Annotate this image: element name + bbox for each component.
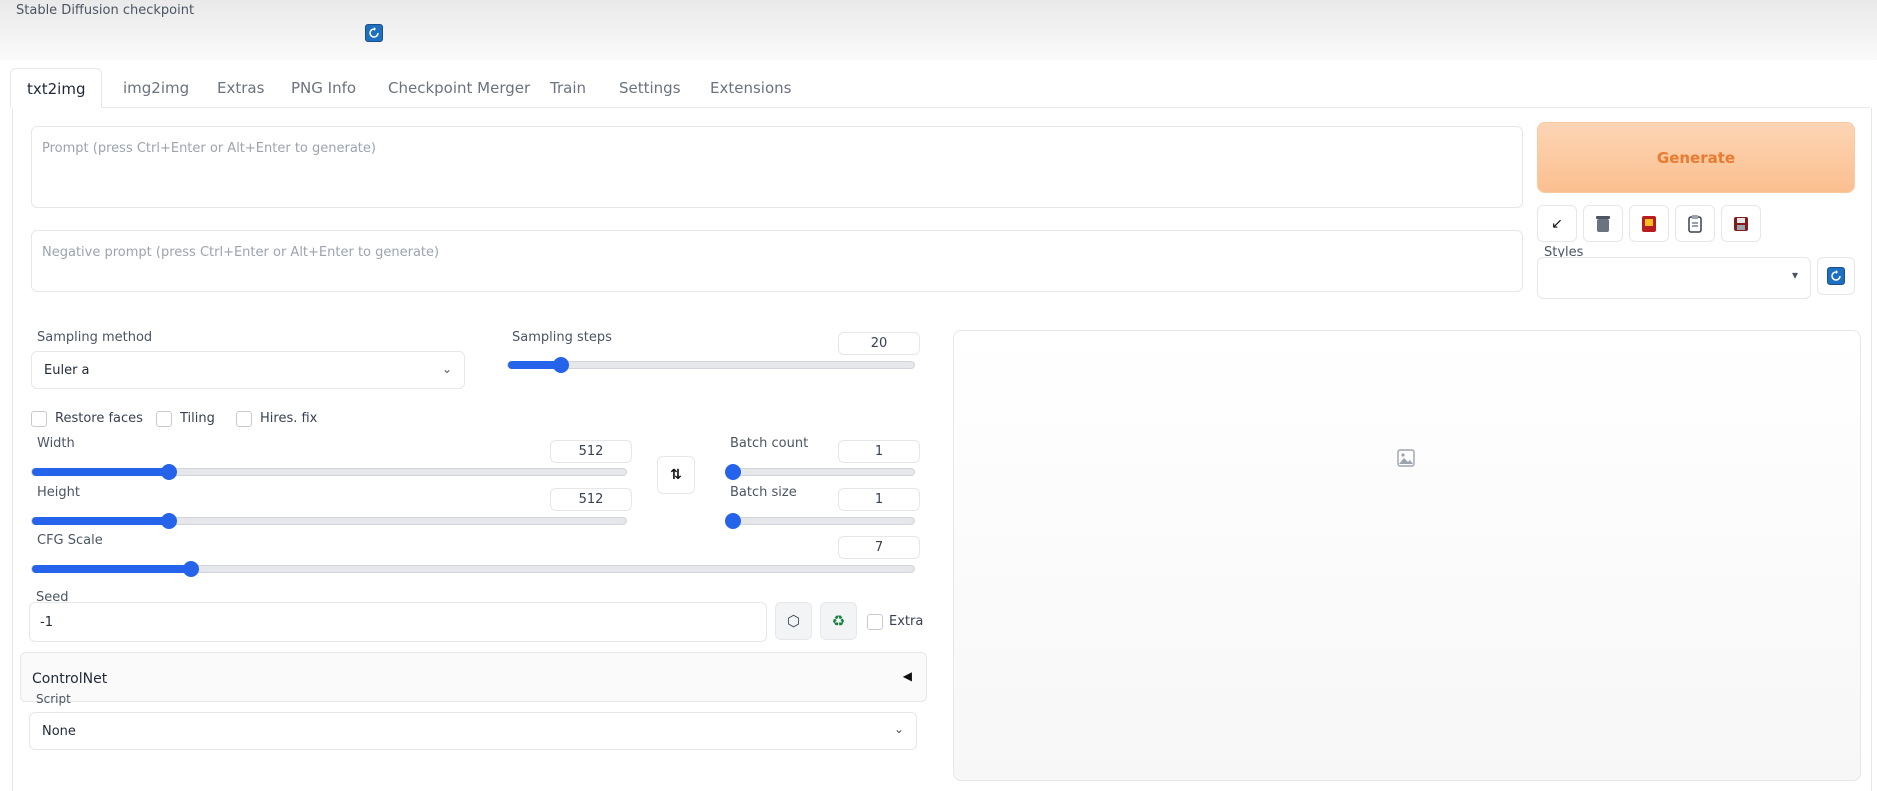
cfg-scale-slider[interactable] bbox=[31, 561, 915, 577]
refresh-checkpoint-button[interactable] bbox=[365, 24, 383, 42]
slider-thumb[interactable] bbox=[725, 464, 741, 480]
cfg-scale-input[interactable]: 7 bbox=[838, 536, 920, 559]
reuse-seed-button[interactable]: ♻ bbox=[820, 602, 857, 640]
trash-icon bbox=[1596, 215, 1610, 232]
slider-fill bbox=[32, 565, 191, 573]
recycle-icon: ♻ bbox=[831, 612, 846, 630]
restore-faces-checkbox[interactable] bbox=[31, 411, 47, 427]
height-slider[interactable] bbox=[31, 513, 627, 529]
sampling-steps-slider[interactable] bbox=[507, 357, 915, 373]
seed-value: -1 bbox=[40, 615, 53, 630]
apply-styles-button[interactable] bbox=[1675, 205, 1715, 242]
slider-thumb[interactable] bbox=[160, 464, 177, 480]
height-input[interactable]: 512 bbox=[550, 488, 632, 511]
tiling-checkbox[interactable] bbox=[156, 411, 172, 427]
extra-seed-label: Extra bbox=[889, 614, 924, 629]
restore-faces-label: Restore faces bbox=[55, 411, 143, 426]
script-select[interactable]: None ⌄ bbox=[29, 712, 917, 750]
image-placeholder-icon bbox=[1397, 449, 1415, 467]
tab-png-info[interactable]: PNG Info bbox=[275, 68, 372, 108]
tab-train[interactable]: Train bbox=[534, 68, 602, 108]
read-params-button[interactable]: ↙ bbox=[1537, 205, 1577, 242]
tab-extensions[interactable]: Extensions bbox=[694, 68, 807, 108]
script-value: None bbox=[42, 724, 76, 739]
clear-prompt-button[interactable] bbox=[1583, 205, 1623, 242]
dice-icon: ⬡ bbox=[786, 612, 801, 630]
checkpoint-label: Stable Diffusion checkpoint bbox=[16, 3, 195, 18]
hires-fix-label: Hires. fix bbox=[260, 411, 318, 426]
tab-checkpoint-merger[interactable]: Checkpoint Merger bbox=[372, 68, 546, 108]
height-label: Height bbox=[37, 485, 80, 500]
tab-extras[interactable]: Extras bbox=[201, 68, 280, 108]
sampling-steps-label: Sampling steps bbox=[512, 330, 612, 345]
card-icon bbox=[1642, 215, 1656, 232]
tab-txt2img[interactable]: txt2img bbox=[10, 68, 103, 108]
save-icon bbox=[1734, 216, 1748, 231]
sampling-method-label: Sampling method bbox=[37, 330, 153, 345]
slider-fill bbox=[32, 468, 169, 476]
swap-icon: ⇅ bbox=[670, 467, 682, 483]
refresh-icon bbox=[369, 27, 379, 38]
app-window: Stable Diffusion checkpoint txt2img img2… bbox=[0, 0, 1877, 791]
batch-size-slider[interactable] bbox=[725, 513, 915, 529]
chevron-down-icon: ⌄ bbox=[893, 722, 904, 736]
refresh-styles-button[interactable] bbox=[1817, 257, 1855, 295]
save-style-button[interactable] bbox=[1721, 205, 1761, 242]
batch-count-input[interactable]: 1 bbox=[838, 440, 920, 463]
tab-settings[interactable]: Settings bbox=[603, 68, 697, 108]
tab-bar: txt2img img2img Extras PNG Info Checkpoi… bbox=[10, 68, 1870, 108]
width-label: Width bbox=[37, 436, 75, 451]
top-bar: Stable Diffusion checkpoint bbox=[0, 0, 1877, 60]
collapse-arrow-icon: ◀ bbox=[902, 669, 912, 683]
width-slider[interactable] bbox=[31, 464, 627, 480]
chevron-down-icon: ▾ bbox=[1791, 268, 1798, 282]
seed-input[interactable]: -1 bbox=[29, 602, 767, 642]
sampling-method-select[interactable]: Euler a ⌄ bbox=[31, 351, 465, 389]
refresh-icon bbox=[1827, 267, 1845, 285]
slider-fill bbox=[32, 517, 169, 525]
random-seed-button[interactable]: ⬡ bbox=[775, 602, 812, 640]
extra-networks-button[interactable] bbox=[1629, 205, 1669, 242]
slider-thumb[interactable] bbox=[182, 561, 199, 577]
batch-count-slider[interactable] bbox=[725, 464, 915, 480]
tab-img2img[interactable]: img2img bbox=[107, 68, 205, 108]
clipboard-icon bbox=[1688, 214, 1702, 233]
chevron-down-icon: ⌄ bbox=[441, 362, 452, 376]
arrow-icon: ↙ bbox=[1551, 215, 1563, 232]
extra-seed-checkbox[interactable] bbox=[867, 614, 883, 630]
slider-thumb[interactable] bbox=[160, 513, 177, 529]
styles-select[interactable]: ▾ bbox=[1537, 257, 1811, 299]
width-input[interactable]: 512 bbox=[550, 440, 632, 463]
sampling-steps-input[interactable]: 20 bbox=[838, 332, 920, 355]
script-label: Script bbox=[36, 692, 71, 706]
slider-thumb[interactable] bbox=[552, 357, 569, 373]
batch-size-label: Batch size bbox=[730, 485, 797, 500]
negative-prompt-input[interactable]: Negative prompt (press Ctrl+Enter or Alt… bbox=[31, 230, 1523, 292]
sampling-method-value: Euler a bbox=[44, 363, 90, 378]
batch-count-label: Batch count bbox=[730, 436, 809, 451]
hires-fix-checkbox[interactable] bbox=[236, 411, 252, 427]
generate-button[interactable]: Generate bbox=[1537, 122, 1855, 193]
prompt-input[interactable]: Prompt (press Ctrl+Enter or Alt+Enter to… bbox=[31, 126, 1523, 208]
batch-size-input[interactable]: 1 bbox=[838, 488, 920, 511]
cfg-scale-label: CFG Scale bbox=[37, 533, 103, 548]
controlnet-accordion[interactable]: ControlNet ◀ bbox=[20, 652, 927, 702]
controlnet-label: ControlNet bbox=[32, 671, 108, 687]
slider-thumb[interactable] bbox=[725, 513, 741, 529]
swap-dimensions-button[interactable]: ⇅ bbox=[657, 456, 695, 494]
tiling-label: Tiling bbox=[180, 411, 215, 426]
output-image-area bbox=[953, 330, 1861, 781]
